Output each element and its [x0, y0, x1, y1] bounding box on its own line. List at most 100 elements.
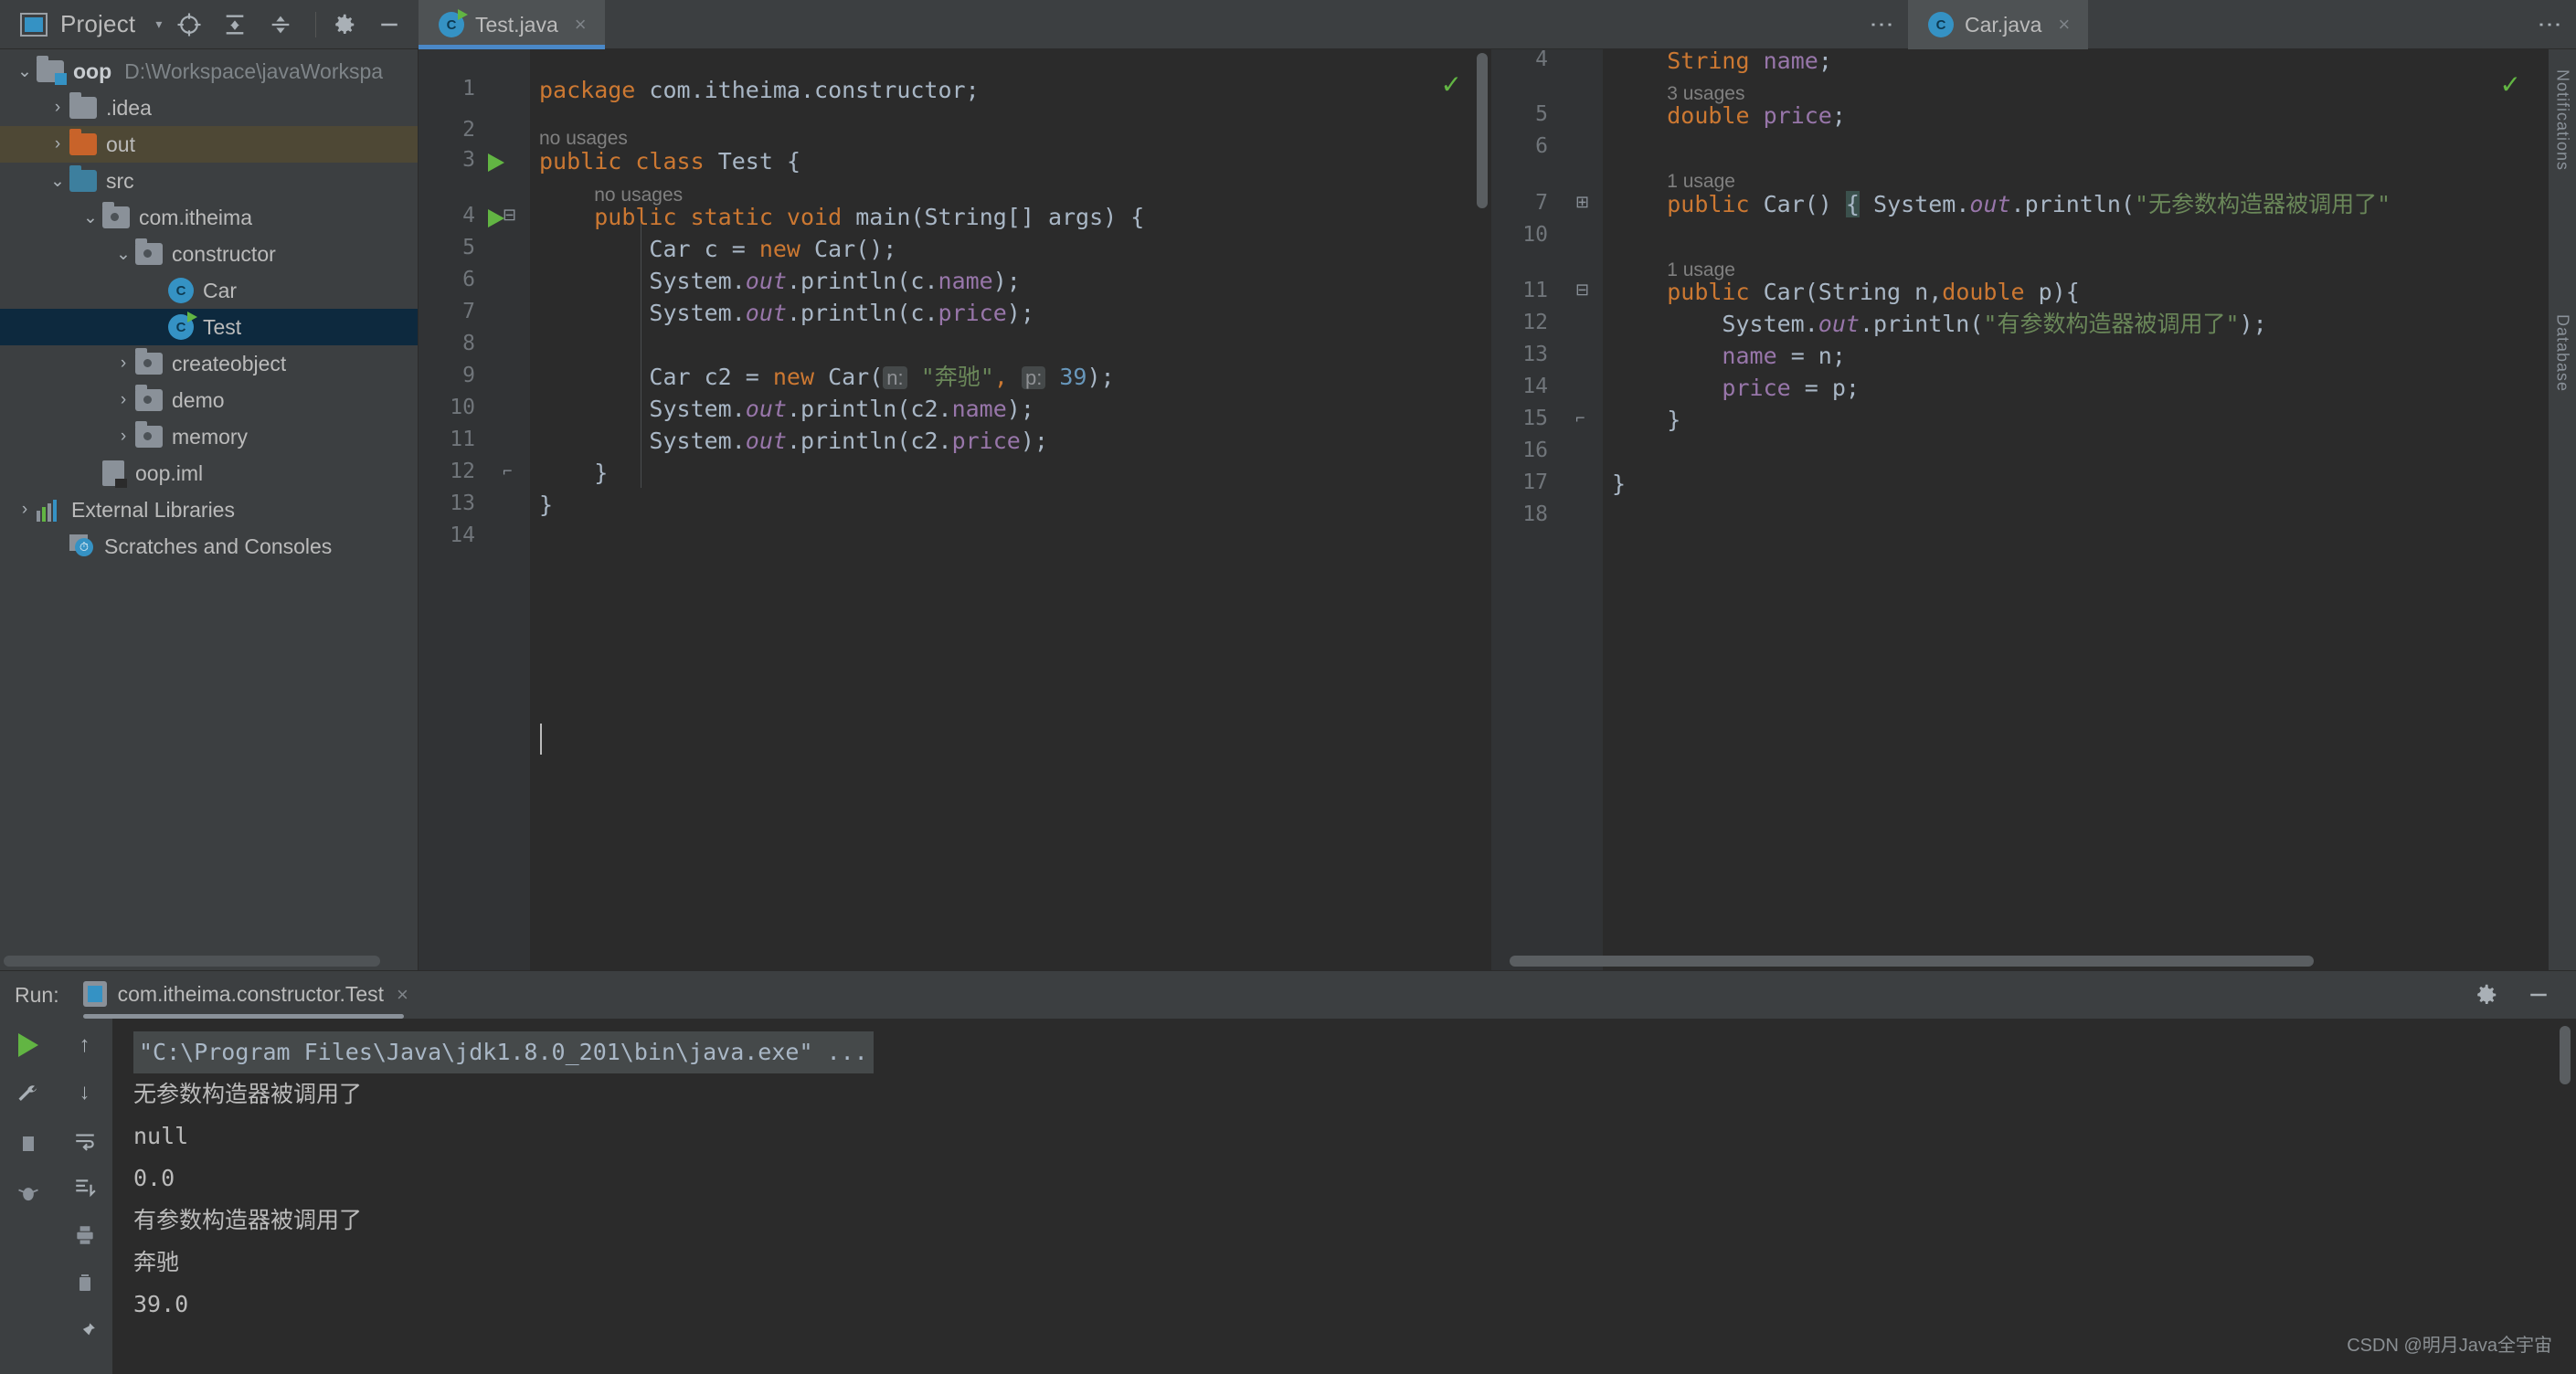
line-number: 8 [462, 332, 475, 355]
code-text-right[interactable]: String name; 3 usages double price; 1 us… [1603, 49, 2549, 970]
line-number: 12 [1522, 311, 1548, 334]
tree-node-oop[interactable]: ⌄ oop D:\Workspace\javaWorkspa [0, 53, 418, 90]
editor-vertical-scrollbar[interactable] [1477, 53, 1488, 208]
tab-label: Test.java [475, 12, 558, 37]
line-number: 14 [450, 523, 475, 547]
trash-icon[interactable] [69, 1267, 101, 1298]
chevron-right-icon[interactable]: › [111, 354, 135, 374]
close-icon[interactable]: × [397, 983, 408, 1007]
tree-node-scratches-and-consoles[interactable]: ›Scratches and Consoles [0, 528, 418, 565]
inspection-ok-icon[interactable]: ✓ [2500, 69, 2521, 100]
chevron-down-icon[interactable]: ⌄ [46, 171, 69, 192]
folder-blue-icon [69, 165, 97, 192]
gear-icon[interactable] [325, 6, 362, 43]
soft-wrap-icon[interactable] [69, 1125, 101, 1156]
tree-node--idea[interactable]: › .idea [0, 90, 418, 126]
collapse-all-icon[interactable] [262, 6, 299, 43]
gutter-right[interactable]: 4 5 6 7 ⊞ 10 11 ⊟ 12 13 14 15 ⌐ 16 17 18 [1491, 49, 1603, 970]
scroll-to-end-icon[interactable] [69, 1172, 101, 1203]
text-caret [540, 724, 542, 755]
code-fold-icon[interactable]: ⌐ [1575, 408, 1585, 428]
code-line: System.out.println(c2.price); [539, 428, 1048, 454]
chevron-down-icon[interactable]: ⌄ [79, 207, 102, 228]
tree-node-label: com.itheima [139, 205, 252, 229]
tree-node-external-libraries[interactable]: › External Libraries [0, 491, 418, 528]
folder-orange-icon [69, 129, 97, 155]
tree-node-demo[interactable]: › demo [0, 382, 418, 418]
close-icon[interactable]: × [575, 13, 587, 37]
chevron-right-icon[interactable]: › [111, 427, 135, 447]
tree-node-label: oop.iml [135, 460, 204, 485]
minimize-icon[interactable] [2525, 981, 2552, 1009]
pin-icon[interactable] [69, 1315, 101, 1346]
watermark: CSDN @明月Java全宇宙 [2347, 1336, 2552, 1356]
rerun-icon[interactable] [13, 1030, 44, 1061]
chevron-down-icon[interactable]: ⌄ [13, 61, 37, 82]
tree-node-com-itheima[interactable]: ⌄ com.itheima [0, 199, 418, 236]
chevron-right-icon[interactable]: › [13, 500, 37, 520]
code-fold-icon[interactable]: ⊟ [1575, 280, 1589, 300]
code-fold-icon[interactable]: ⊞ [1575, 193, 1589, 212]
project-icon [20, 12, 48, 37]
chevron-right-icon[interactable]: › [46, 98, 69, 118]
tree-horizontal-scrollbar[interactable] [4, 956, 380, 967]
code-line: double price; [1667, 102, 1846, 129]
line-number: 9 [462, 364, 475, 387]
more-options-icon[interactable]: ⋮ [1869, 13, 1896, 37]
console-output[interactable]: "C:\Program Files\Java\jdk1.8.0_201\bin\… [113, 1019, 2576, 1374]
line-number: 18 [1522, 502, 1548, 526]
tab-car-java[interactable]: C Car.java × [1908, 0, 2089, 49]
run-configuration-tab[interactable]: com.itheima.constructor.Test [82, 981, 405, 1019]
print-icon[interactable] [69, 1220, 101, 1251]
tree-node-car[interactable]: ›CCar [0, 272, 418, 309]
chevron-right-icon[interactable]: › [111, 390, 135, 410]
inspection-ok-icon[interactable]: ✓ [1441, 69, 1462, 100]
run-gutter-icon[interactable] [488, 153, 504, 172]
minimize-icon[interactable] [371, 6, 408, 43]
arrow-down-icon[interactable]: ↓ [69, 1077, 101, 1108]
code-text-left[interactable]: package com.itheima.constructor; no usage… [530, 49, 1489, 970]
right-tool-rail: Notifications Database [2549, 49, 2576, 970]
locate-icon[interactable] [171, 6, 207, 43]
console-line: "C:\Program Files\Java\jdk1.8.0_201\bin\… [133, 1031, 2576, 1073]
console-scrollbar[interactable] [2560, 1026, 2571, 1084]
tree-node-src[interactable]: ⌄ src [0, 163, 418, 199]
tree-node-test[interactable]: ›CTest [0, 309, 418, 345]
run-tool-window: Run: com.itheima.constructor.Test × ↑ ↓ … [0, 970, 2576, 1374]
tree-node-oop-iml[interactable]: ›oop.iml [0, 455, 418, 491]
tree-node-out[interactable]: › out [0, 126, 418, 163]
tab-test-java[interactable]: C Test.java × [419, 0, 605, 50]
line-number: 4 [1535, 49, 1548, 71]
code-area-left[interactable]: 1 2 3 4 ⊟ 5 6 7 8 9 10 11 12 ⌐ 13 14 package com.itheim… [419, 49, 1489, 970]
chevron-down-icon[interactable]: ⌄ [111, 244, 135, 265]
run-tab-label: com.itheima.constructor.Test [117, 981, 385, 1006]
tree-node-constructor[interactable]: ⌄ constructor [0, 236, 418, 272]
run-panel-body: ↑ ↓ "C:\Program Files\Java\jdk1.8.0_201\… [0, 1019, 2576, 1374]
libraries-icon [37, 498, 62, 522]
editor-car-java[interactable]: 4 5 6 7 ⊞ 10 11 ⊟ 12 13 14 15 ⌐ 16 17 18 String name; 3… [1491, 49, 2549, 970]
gutter-left[interactable]: 1 2 3 4 ⊟ 5 6 7 8 9 10 11 12 ⌐ 13 14 [419, 49, 530, 970]
stop-icon[interactable] [13, 1128, 44, 1159]
more-options-icon[interactable]: ⋮ [2537, 13, 2564, 37]
tree-node-createobject[interactable]: › createobject [0, 345, 418, 382]
code-fold-icon[interactable]: ⊟ [503, 206, 516, 225]
wrench-icon[interactable] [13, 1079, 44, 1110]
line-number: 14 [1522, 375, 1548, 398]
java-runnable-class-icon: C [439, 9, 468, 37]
database-rail-label[interactable]: Database [2553, 314, 2572, 392]
chevron-right-icon[interactable]: › [46, 134, 69, 154]
code-area-right[interactable]: 4 5 6 7 ⊞ 10 11 ⊟ 12 13 14 15 ⌐ 16 17 18 String name; 3… [1491, 49, 2549, 970]
arrow-up-icon[interactable]: ↑ [69, 1030, 101, 1061]
gear-icon[interactable] [2472, 981, 2499, 1009]
debug-icon[interactable] [13, 1178, 44, 1209]
tree-node-memory[interactable]: › memory [0, 418, 418, 455]
expand-all-icon[interactable] [217, 6, 253, 43]
close-icon[interactable]: × [2058, 13, 2070, 37]
chevron-down-icon[interactable]: ▾ [155, 16, 162, 32]
notifications-rail-label[interactable]: Notifications [2553, 69, 2572, 171]
code-line: System.out.println(c2.name); [539, 396, 1034, 422]
project-tree-pane[interactable]: ⌄ oop D:\Workspace\javaWorkspa › .idea › out ⌄ s… [0, 49, 419, 970]
code-fold-icon[interactable]: ⌐ [503, 461, 513, 481]
editor-test-java[interactable]: 1 2 3 4 ⊟ 5 6 7 8 9 10 11 12 ⌐ 13 14 package com.itheim… [419, 49, 1489, 970]
editor-horizontal-scrollbar[interactable] [1510, 956, 2314, 967]
